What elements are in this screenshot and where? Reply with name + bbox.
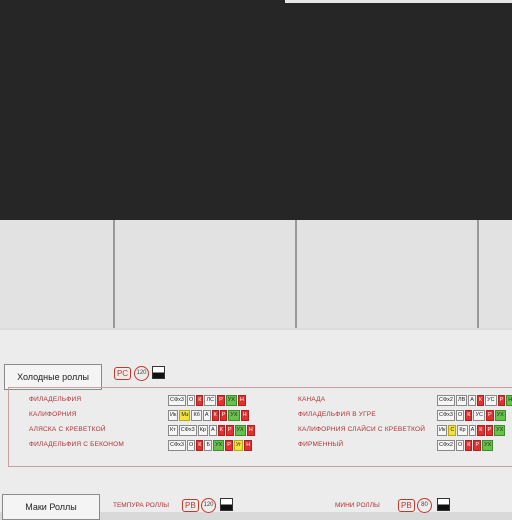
ingredient-code: СФх3: [178, 425, 197, 436]
menu-item-name: КАНАДА: [298, 396, 326, 403]
menu-item-name: ФИЛАДЕЛЬФИЯ: [29, 396, 82, 403]
ingredient-code: К: [211, 410, 219, 421]
ingredient-code: О: [186, 395, 196, 406]
ingredient-code: К: [217, 425, 225, 436]
menu-item-name: КАЛИФОРНИЯ СЛАЙСИ С КРЕВЕТКОЙ: [298, 426, 426, 433]
ingredient-code: Н: [237, 395, 246, 406]
ingredient-code: Кр: [457, 425, 468, 436]
menu-item-name: АЛЯСКА С КРЕВЕТКОЙ: [29, 426, 106, 433]
ingredient-code: СФх3: [437, 410, 455, 421]
ingredient-code: Р: [225, 440, 233, 451]
image-panels-row: [0, 220, 512, 330]
menu-item-name: ФИЛАДЕЛЬФИЯ С БЕКОНОМ: [29, 441, 125, 448]
ingredient-codes: СФх3 О К УС Р УХ: [437, 410, 506, 421]
ingredient-codes: СФх2 ЛВ А К УС Р Н: [437, 395, 512, 406]
top-strip: [285, 0, 512, 3]
ingredient-code: СФх3: [168, 395, 186, 406]
ingredient-code: СФх2: [437, 395, 455, 406]
ingredient-code: О: [455, 440, 465, 451]
ingredient-code: Ик: [437, 425, 448, 436]
ingredient-code: УХ: [228, 410, 240, 421]
mini-rolls-label: МИНИ РОЛЛЫ: [335, 502, 380, 509]
ingredient-code: Р: [485, 410, 494, 421]
ingredient-code: УХ: [494, 425, 506, 436]
ingredient-code: Кб: [191, 410, 202, 421]
ingredient-code: С: [448, 425, 457, 436]
ingredient-code: Р: [473, 440, 482, 451]
ingredient-code: Кт: [168, 425, 178, 436]
ingredient-code: УХ: [482, 440, 494, 451]
tempura-badge: РВ: [182, 499, 199, 512]
ingredient-code: Кр: [197, 425, 208, 436]
half-fill-icon: [437, 498, 450, 511]
ingredient-code: УХ: [494, 410, 506, 421]
ingredient-code: УХ: [225, 395, 237, 406]
image-panel-4[interactable]: [477, 220, 512, 328]
ingredient-code: Н: [246, 425, 255, 436]
tempura-label: ТЕМПУРА РОЛЛЫ: [113, 502, 170, 509]
ingredient-code: УС: [473, 410, 485, 421]
ingredient-code: СФх2: [437, 440, 455, 451]
category-badge: РС: [114, 367, 132, 380]
ingredient-codes: СФх2 О К Р УХ: [437, 440, 494, 451]
ingredient-code: А: [202, 410, 211, 421]
ingredient-code: ЛВ: [455, 395, 468, 406]
ingredient-code: А: [208, 425, 217, 436]
ingredient-code: Н: [240, 410, 249, 421]
ingredient-code: Мз: [179, 410, 191, 421]
ingredient-codes: СФх3 О К Б УХ Р Уг Н: [168, 440, 253, 451]
ingredient-code: К: [465, 410, 473, 421]
ingredient-code: Б: [204, 440, 213, 451]
time-circle-icon: 120: [134, 366, 149, 381]
section-title-text: Холодные роллы: [17, 372, 89, 382]
ingredient-code: О: [186, 440, 196, 451]
dark-header-area: [0, 0, 512, 220]
time-circle-icon: 120: [201, 498, 216, 513]
image-panel-2[interactable]: [113, 220, 297, 328]
ingredient-code: Р: [485, 425, 494, 436]
half-fill-icon: [152, 366, 165, 379]
ingredient-codes: Ик С Кр А К Р УХ: [437, 425, 506, 436]
ingredient-code: СФх3: [168, 440, 186, 451]
ingredient-codes: Ик Мз Кб А К Р УХ Н: [168, 410, 249, 421]
ingredient-code: Р: [497, 395, 506, 406]
ingredient-code: ЛС: [204, 395, 217, 406]
ingredient-code: Р: [219, 410, 228, 421]
ingredient-code: Н: [506, 395, 512, 406]
ingredient-code: О: [455, 410, 465, 421]
menu-item-name: ФИРМЕННЫЙ: [298, 441, 344, 448]
time-circle-icon: 80: [417, 498, 432, 513]
ingredient-code: К: [196, 440, 204, 451]
ingredient-code: А: [468, 395, 476, 406]
ingredient-code: Уг: [233, 440, 244, 451]
mini-badge: РВ: [398, 499, 415, 512]
ingredient-code: К: [196, 395, 204, 406]
image-panel-1[interactable]: [0, 220, 113, 328]
ingredient-codes: Кт СФх3 Кр А К Р УХ Н: [168, 425, 255, 436]
section-title-text: Маки Роллы: [25, 502, 77, 512]
half-fill-icon: [220, 498, 233, 511]
ingredient-code: К: [476, 395, 485, 406]
ingredient-codes: СФх3 О К ЛС Р УХ Н: [168, 395, 246, 406]
ingredient-code: УХ: [213, 440, 225, 451]
ingredient-code: Р: [225, 425, 234, 436]
ingredient-code: Н: [244, 440, 253, 451]
ingredient-code: Р: [217, 395, 225, 406]
image-panel-3[interactable]: [295, 220, 479, 328]
ingredient-code: Ик: [168, 410, 179, 421]
ingredient-code: А: [468, 425, 477, 436]
menu-item-name: ФИЛАДЕЛЬФИЯ В УГРЕ: [298, 411, 376, 418]
ingredient-code: УС: [485, 395, 497, 406]
section-title-maki: Маки Роллы: [2, 494, 100, 520]
menu-item-name: КАЛИФОРНИЯ: [29, 411, 77, 418]
ingredient-code: К: [465, 440, 473, 451]
ingredient-code: К: [477, 425, 485, 436]
ingredient-code: УХ: [234, 425, 246, 436]
